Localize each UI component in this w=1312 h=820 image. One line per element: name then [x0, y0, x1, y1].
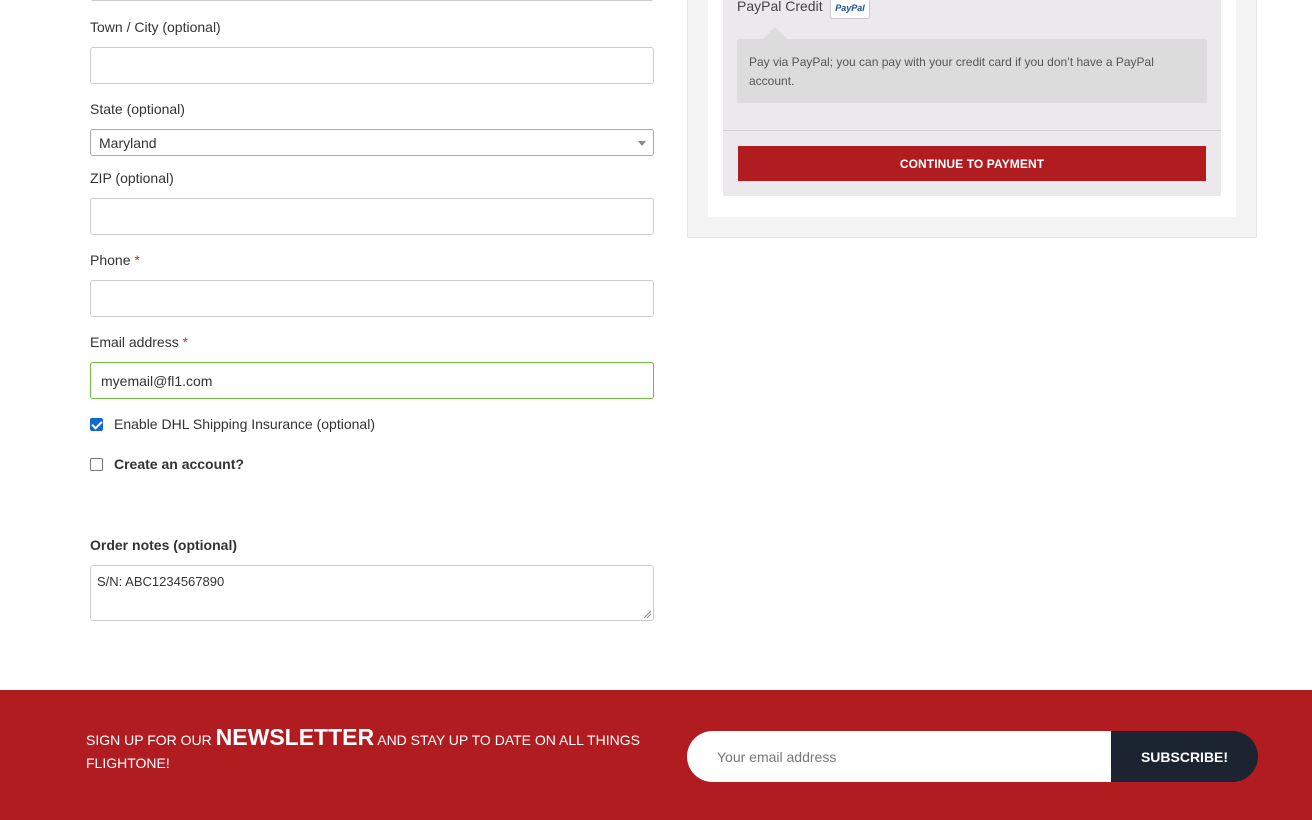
create-account-checkbox[interactable] — [90, 458, 103, 471]
email-label-text: Email address — [90, 334, 179, 350]
newsletter-text-before: SIGN UP FOR OUR — [86, 732, 216, 748]
paypal-description: Pay via PayPal; you can pay with your cr… — [737, 39, 1207, 103]
description-caret — [763, 27, 787, 39]
state-select[interactable]: Maryland — [90, 129, 654, 156]
dhl-insurance-label[interactable]: Enable DHL Shipping Insurance (optional) — [114, 416, 375, 432]
dhl-insurance-checkbox[interactable] — [90, 418, 103, 431]
subscribe-button[interactable]: SUBSCRIBE! — [1111, 731, 1258, 782]
phone-input[interactable] — [90, 280, 654, 317]
zip-input[interactable] — [90, 198, 654, 235]
newsletter-email-input[interactable]: Your email address — [687, 731, 1127, 782]
order-notes-textarea[interactable]: S/N: ABC1234567890 — [90, 565, 654, 621]
phone-label-text: Phone — [90, 252, 131, 268]
zip-label: ZIP (optional) — [90, 170, 174, 186]
order-notes-label: Order notes (optional) — [90, 537, 237, 553]
phone-label: Phone * — [90, 252, 140, 268]
continue-to-payment-button[interactable]: CONTINUE TO PAYMENT — [738, 146, 1206, 181]
required-asterisk: * — [182, 334, 189, 350]
order-notes-value: S/N: ABC1234567890 — [97, 574, 225, 589]
paypal-logo-icon: PayPal — [830, 0, 870, 19]
payment-divider — [723, 130, 1221, 131]
paypal-credit-label[interactable]: PayPal Credit — [737, 0, 823, 14]
town-city-input[interactable] — [90, 47, 654, 84]
address-field-partial[interactable] — [90, 0, 654, 1]
town-city-label: Town / City (optional) — [90, 19, 221, 35]
required-asterisk: * — [134, 252, 140, 268]
create-account-label[interactable]: Create an account? — [114, 456, 244, 472]
state-label: State (optional) — [90, 101, 185, 117]
resize-handle-icon[interactable] — [643, 610, 651, 618]
chevron-down-icon — [638, 141, 646, 146]
state-select-value: Maryland — [99, 134, 157, 151]
email-label: Email address * — [90, 334, 188, 350]
newsletter-text: SIGN UP FOR OUR NEWSLETTER AND STAY UP T… — [86, 726, 646, 775]
newsletter-heading: NEWSLETTER — [215, 724, 375, 750]
email-input[interactable]: myemail@fl1.com — [90, 362, 654, 399]
